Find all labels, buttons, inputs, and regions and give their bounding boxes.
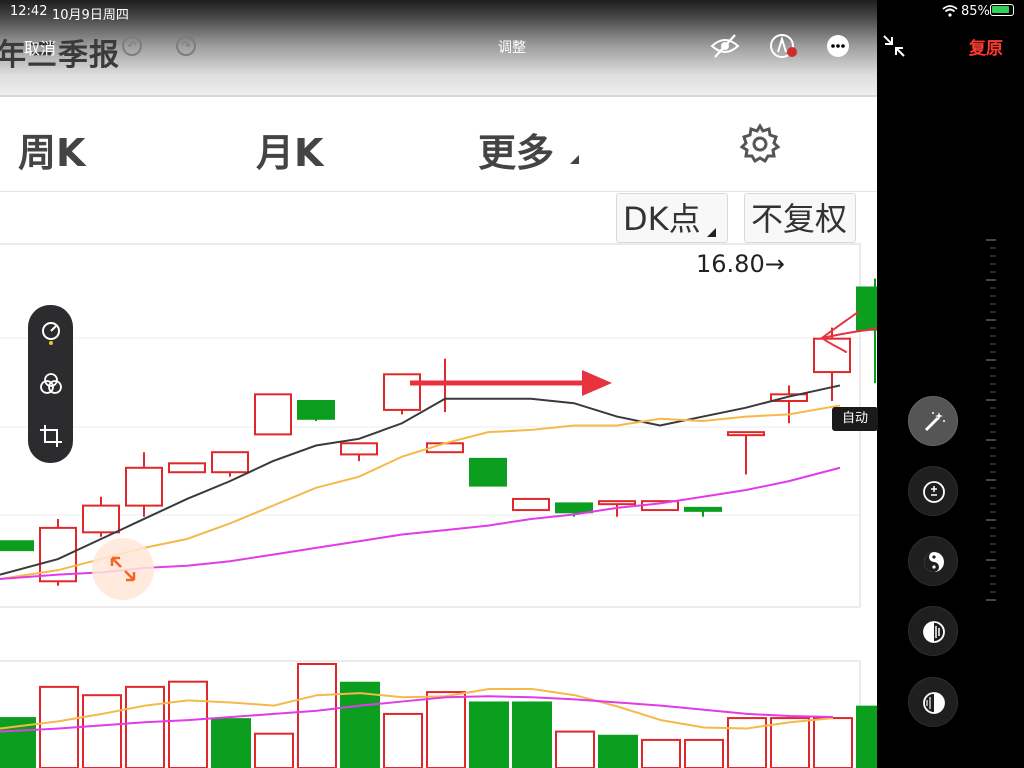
exposure-icon <box>923 481 945 503</box>
cancel-button[interactable]: 取消 <box>24 35 56 59</box>
highlights-icon <box>923 621 945 643</box>
adjust-side-panel <box>877 0 1024 768</box>
exposure-tool-button[interactable] <box>908 466 958 516</box>
red-arrow-annotation <box>410 370 612 396</box>
shadows-icon <box>923 692 945 714</box>
markup-annotations <box>410 311 877 396</box>
status-time: 12:42 <box>10 4 48 19</box>
magic-wand-icon <box>924 412 945 432</box>
status-date: 10月9日周四 <box>52 8 129 23</box>
hide-eye-icon[interactable] <box>710 32 740 60</box>
crop-rotate-icon[interactable] <box>38 423 64 449</box>
battery-percent: 85% <box>961 4 990 19</box>
battery-icon <box>990 4 1014 16</box>
auto-tooltip: 自动 <box>832 407 878 431</box>
markup-pen-icon[interactable] <box>768 32 798 60</box>
more-options-icon[interactable] <box>824 32 854 60</box>
brilliance-icon <box>924 552 944 572</box>
auto-enhance-dial-icon[interactable] <box>38 319 64 345</box>
brilliance-tool-button[interactable] <box>908 536 958 586</box>
auto-tool-button[interactable] <box>908 396 958 446</box>
photo-canvas[interactable]: 年三季报 ↶ ↷ 周K 月K 更多 DK点 不复权 16.80→ <box>0 0 877 768</box>
collapse-arrows-icon[interactable] <box>880 32 910 60</box>
wifi-icon <box>942 5 958 17</box>
red-pen-annotation <box>821 311 877 353</box>
expand-button[interactable] <box>92 538 154 600</box>
shadows-tool-button[interactable] <box>908 677 958 727</box>
filters-icon[interactable] <box>38 371 64 397</box>
markup-floating-toolbar <box>28 305 73 463</box>
expand-arrows-icon <box>110 556 136 582</box>
reset-button[interactable]: 复原 <box>969 34 1003 59</box>
highlights-tool-button[interactable] <box>908 606 958 656</box>
adjust-slider-scale[interactable] <box>984 238 998 603</box>
